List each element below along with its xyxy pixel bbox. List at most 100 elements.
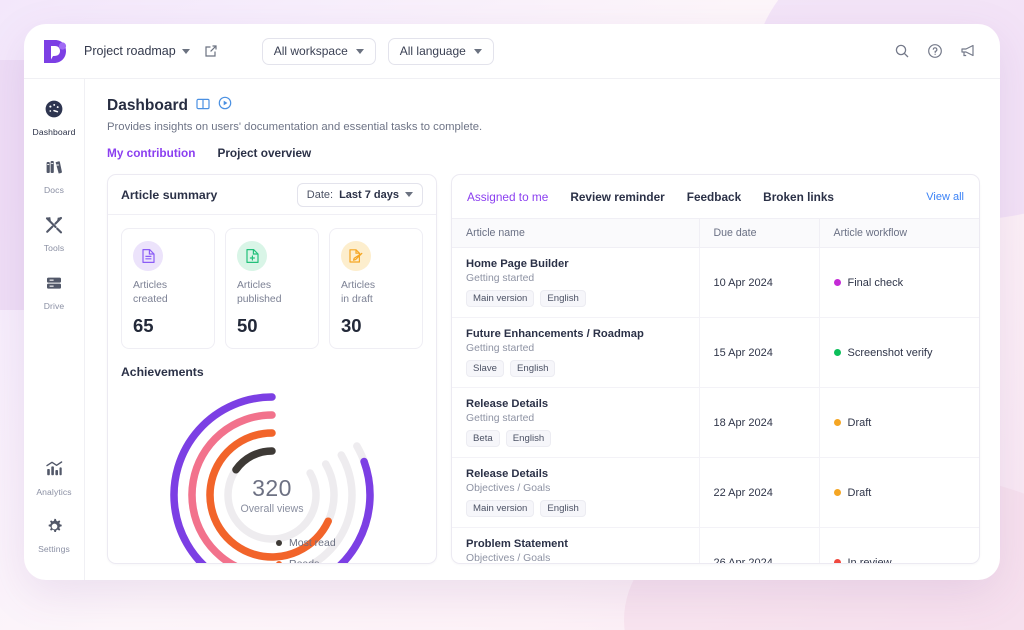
table-row[interactable]: Future Enhancements / Roadmap Getting sta… [452, 317, 979, 388]
chip[interactable]: English [505, 430, 552, 447]
sidebar-item-docs[interactable]: Docs [27, 151, 81, 199]
stat-label: Articles in draft [341, 279, 411, 306]
tab-broken-links[interactable]: Broken links [763, 190, 834, 204]
stat-card-articles-in-draft[interactable]: Articles in draft 30 [329, 228, 423, 350]
chip[interactable]: Main version [466, 290, 535, 307]
sidebar-item-analytics[interactable]: Analytics [27, 453, 81, 501]
article-name[interactable]: Release Details [466, 468, 685, 480]
tab-feedback[interactable]: Feedback [687, 190, 741, 204]
tab-project-overview[interactable]: Project overview [217, 146, 311, 162]
column-header-article-workflow[interactable]: Article workflow [819, 219, 979, 248]
help-icon[interactable] [927, 43, 943, 59]
legend-item-most-read[interactable]: Most read [276, 537, 336, 549]
achievements-chart: 320 Overall views Most read Reads [108, 379, 436, 563]
stat-value: 30 [341, 315, 362, 337]
tasks-table-body: Home Page Builder Getting started Main ver… [452, 247, 979, 564]
sidebar-item-settings[interactable]: Settings [27, 511, 81, 558]
cell-article-workflow: Screenshot verify [819, 317, 979, 388]
article-name[interactable]: Future Enhancements / Roadmap [466, 328, 685, 340]
article-category: Getting started [466, 413, 535, 424]
table-row[interactable]: Release Details Getting started Beta Englis… [452, 387, 979, 458]
topbar-actions [894, 43, 978, 59]
article-name[interactable]: Home Page Builder [466, 258, 685, 270]
legend-item-reads[interactable]: Reads [276, 557, 336, 564]
legend-label: Reads [289, 557, 320, 564]
play-circle-icon[interactable] [218, 96, 232, 115]
table-row[interactable]: Release Details Objectives / Goals Main ve… [452, 457, 979, 528]
view-all-link[interactable]: View all [926, 191, 964, 203]
drive-icon [44, 273, 64, 298]
sidebar-item-drive[interactable]: Drive [27, 267, 81, 315]
page-tabs: My contribution Project overview [107, 146, 980, 162]
article-summary-card: Article summary Date: Last 7 days Articl… [107, 174, 437, 564]
article-name[interactable]: Release Details [466, 398, 685, 410]
status-dot [833, 419, 841, 426]
chip[interactable]: English [540, 500, 586, 517]
article-chips: Beta English [466, 430, 685, 447]
chip[interactable]: English [540, 290, 586, 307]
chip[interactable]: Slave [466, 360, 504, 377]
workspace-filter-label: All workspace [273, 44, 348, 58]
chip[interactable]: Beta [466, 430, 500, 447]
date-range-value: Last 7 days [339, 188, 399, 201]
sidebar: Dashboard Docs Tools Drive Analytics Set… [24, 79, 85, 580]
dashboard-panels: Article summary Date: Last 7 days Articl… [107, 174, 980, 580]
document-pencil-icon [341, 241, 371, 271]
announcement-icon[interactable] [960, 43, 978, 59]
workspace-filter-dropdown[interactable]: All workspace [261, 37, 376, 65]
article-category: Objectives / Goals [466, 553, 551, 564]
stat-card-articles-published[interactable]: Articles published 50 [225, 228, 319, 350]
status-badge: Final check [833, 277, 966, 289]
book-open-icon[interactable] [196, 97, 210, 115]
table-row[interactable]: Problem StatementObjectives / GoalsSlave… [452, 527, 979, 564]
project-selector[interactable]: Project roadmap [84, 44, 190, 58]
speedometer-icon [44, 99, 64, 124]
chevron-down-icon [355, 48, 364, 54]
article-name[interactable]: Problem Statement [466, 538, 685, 550]
tab-assigned-to-me[interactable]: Assigned to me [467, 190, 548, 204]
sidebar-item-dashboard[interactable]: Dashboard [27, 93, 81, 141]
cell-due-date: 22 Apr 2024 [699, 457, 820, 528]
sidebar-item-tools[interactable]: Tools [27, 209, 81, 257]
top-bar: Project roadmap All workspace All langua… [24, 24, 1000, 79]
document-plus-icon [237, 241, 267, 271]
cell-article-name: Release Details Getting started Beta Englis… [452, 387, 700, 458]
legend-dot [276, 560, 282, 563]
language-filter-dropdown[interactable]: All language [387, 37, 494, 65]
chip[interactable]: English [510, 360, 556, 377]
tab-my-contribution[interactable]: My contribution [107, 146, 195, 162]
project-selector-label: Project roadmap [84, 44, 176, 58]
sidebar-item-label: Drive [43, 301, 65, 311]
sidebar-item-label: Settings [38, 544, 70, 554]
stat-label-line2: in draft [341, 293, 373, 305]
stat-card-articles-created[interactable]: Articles created 65 [121, 228, 215, 350]
status-label: In review [847, 556, 892, 564]
article-category: Objectives / Goals [466, 483, 551, 494]
cell-due-date: 26 Apr 2024 [699, 527, 820, 563]
article-chips: Slave English [466, 360, 685, 377]
stat-label-line1: Articles [133, 280, 168, 291]
chip[interactable]: Main version [466, 500, 535, 517]
sidebar-item-label: Docs [44, 185, 64, 195]
legend-dot [276, 540, 282, 547]
search-icon[interactable] [894, 43, 910, 59]
chart-legend: Most read Reads Dislikes [276, 537, 336, 564]
date-range-dropdown[interactable]: Date: Last 7 days [296, 182, 423, 207]
app-logo[interactable] [38, 36, 72, 66]
status-badge: Draft [833, 487, 966, 499]
status-dot [833, 349, 841, 356]
external-link-icon[interactable] [204, 44, 218, 58]
column-header-due-date[interactable]: Due date [699, 219, 820, 248]
status-dot [833, 559, 841, 563]
chevron-down-icon [181, 48, 190, 54]
tab-review-reminder[interactable]: Review reminder [570, 190, 664, 204]
status-dot [833, 489, 841, 496]
sidebar-item-label: Analytics [36, 487, 72, 497]
gear-icon [45, 517, 64, 541]
achievements-title: Achievements [121, 365, 204, 380]
table-row[interactable]: Home Page Builder Getting started Main ver… [452, 247, 979, 318]
column-header-article-name[interactable]: Article name [452, 219, 700, 248]
chevron-down-icon [473, 48, 482, 54]
page-title: Dashboard [107, 96, 188, 114]
main-content: Dashboard Provides insights on users' do… [85, 79, 1000, 580]
